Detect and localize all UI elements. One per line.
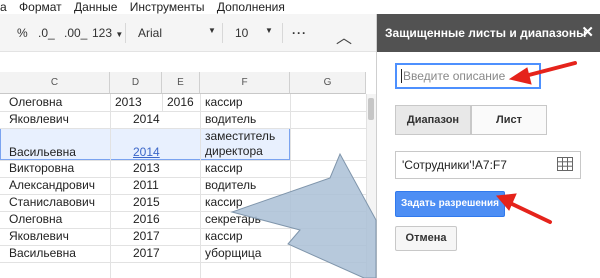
protected-ranges-panel: Защищенные листы и диапазоны ✕ Введите о… [376,14,600,278]
chevron-down-icon: ▼ [208,26,216,35]
font-family-select[interactable]: Arial ▼ [138,26,216,40]
tab-sheet[interactable]: Лист [471,105,547,135]
text-cursor [401,69,402,83]
decrease-decimal-button[interactable]: .0_ [38,26,55,40]
menu-item-tools[interactable]: Инструменты [130,1,205,13]
cell-c[interactable]: Викторовна [9,161,74,175]
grid-line [110,94,111,278]
grid-line [290,94,291,278]
panel-header: Защищенные листы и диапазоны [377,14,600,52]
menu-item-addons[interactable]: Дополнения [217,1,285,13]
cell-f[interactable]: кассир [205,195,243,209]
font-family-value: Arial [138,26,163,40]
cell-c[interactable]: Станиславович [9,195,95,209]
cell-de[interactable]: 2016 [133,212,160,226]
spreadsheet-grid[interactable]: C D E F G Олеговна 2013 2016 кассир Яков… [0,52,376,278]
description-placeholder: Введите описание [403,69,506,83]
percent-format-button[interactable]: % [17,26,28,40]
cell-f[interactable]: кассир [205,95,243,109]
cell-c[interactable]: Олеговна [9,95,62,109]
cell-c[interactable]: Васильевна [9,145,76,159]
chevron-down-icon: ▼ [115,30,124,39]
grid-line [0,262,366,263]
more-icon[interactable]: ··· [292,26,307,40]
menu-item-edit[interactable]: а [0,1,7,13]
column-header-f[interactable]: F [200,72,290,94]
cell-c[interactable]: Яковлевич [9,229,69,243]
description-input[interactable]: Введите описание [395,63,541,89]
cell-f[interactable]: водитель [205,178,256,192]
cell-f-line2[interactable]: директора [205,144,263,158]
cancel-button[interactable]: Отмена [395,226,457,251]
chevron-down-icon: ▼ [265,26,273,35]
cell-f-line1[interactable]: заместитель [205,129,275,143]
toolbar-divider [282,23,283,43]
column-header-c[interactable]: C [0,72,110,94]
toolbar-divider [222,23,223,43]
cell-e[interactable]: 2016 [167,95,194,109]
cell-de[interactable]: 2017 [133,229,160,243]
font-size-select[interactable]: 10 ▼ [235,26,273,40]
more-formats-button[interactable]: 123 ▼ [92,26,123,40]
cell-de[interactable]: 2013 [133,161,160,175]
cell-de[interactable]: 2014 [133,145,160,159]
cell-d[interactable]: 2013 [115,95,142,109]
select-range-grid-icon[interactable] [557,157,573,171]
cell-c[interactable]: Яковлевич [9,112,69,126]
grid-line [162,94,163,111]
cell-de[interactable]: 2015 [133,195,160,209]
grid-line [200,94,201,278]
column-header-g[interactable]: G [290,72,366,94]
panel-title: Защищенные листы и диапазоны [385,26,587,40]
vertical-scrollbar[interactable] [366,94,376,278]
more-formats-label: 123 [92,26,113,40]
toolbar-divider [125,23,126,43]
cell-f[interactable]: водитель [205,112,256,126]
menu-item-format[interactable]: Формат [19,1,62,13]
range-field[interactable]: 'Сотрудники'!A7:F7 [395,151,581,179]
cell-c[interactable]: Александрович [9,178,95,192]
close-icon[interactable]: ✕ [581,25,594,40]
increase-decimal-button[interactable]: .00_ [64,26,87,40]
grid-line [0,128,366,129]
tab-range[interactable]: Диапазон [395,105,471,135]
column-header-e[interactable]: E [162,72,200,94]
cell-f[interactable]: кассир [205,161,243,175]
column-header-d[interactable]: D [110,72,162,94]
range-value: 'Сотрудники'!A7:F7 [402,158,507,172]
cell-c[interactable]: Васильевна [9,246,76,260]
toolbar: % .0_ .00_ 123 ▼ Arial ▼ 10 ▼ ··· ︿ [0,14,376,52]
cell-de[interactable]: 2017 [133,246,160,260]
cell-de[interactable]: 2011 [133,178,159,192]
cell-de[interactable]: 2014 [133,112,160,126]
cell-f[interactable]: кассир [205,229,243,243]
scrollbar-thumb[interactable] [368,98,374,120]
menu-bar: а Формат Данные Инструменты Дополнения [0,0,376,14]
font-size-value: 10 [235,26,249,40]
menu-item-data[interactable]: Данные [74,1,117,13]
cell-f[interactable]: секретарь [205,212,261,226]
set-permissions-button[interactable]: Задать разрешения [395,191,505,217]
chevron-up-icon[interactable]: ︿ [336,24,352,48]
cell-f[interactable]: уборщица [205,246,261,260]
cell-c[interactable]: Олеговна [9,212,62,226]
